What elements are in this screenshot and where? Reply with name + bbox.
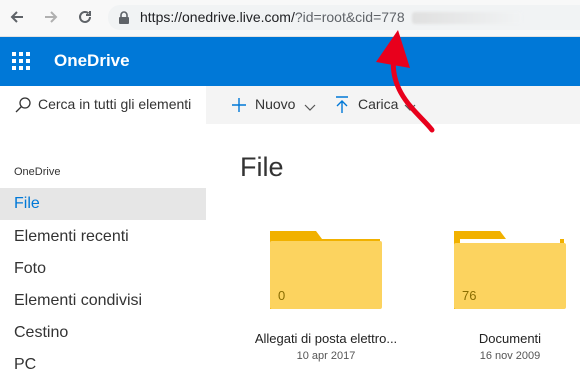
lock-icon (118, 11, 130, 30)
nav-item-label: Elementi recenti (14, 228, 129, 245)
folder-date: 16 nov 2009 (479, 350, 541, 362)
upload-icon (334, 95, 350, 120)
url-host: https://onedrive.live.com/ (140, 9, 295, 25)
app-title[interactable]: OneDrive (54, 51, 130, 71)
nav-item-photos[interactable]: Foto (0, 253, 206, 285)
app-launcher-icon[interactable] (12, 52, 30, 70)
nav-item-file[interactable]: File (0, 188, 206, 220)
annotation-arrow-icon (376, 30, 435, 133)
nav-section-label: OneDrive (14, 166, 61, 178)
nav-item-label: Elementi condivisi (14, 292, 143, 309)
search-icon (14, 96, 32, 119)
reload-icon (79, 10, 91, 23)
nav-item-label: Cestino (14, 324, 69, 341)
back-arrow-icon (10, 11, 23, 23)
folder-item-count: 0 (278, 288, 286, 303)
plus-icon (230, 96, 248, 119)
folder-icon (270, 231, 382, 309)
folder-tile-attachments[interactable] (268, 229, 384, 316)
nav-item-label: File (14, 195, 40, 212)
new-button[interactable]: Nuovo (255, 96, 295, 112)
reload-button[interactable] (74, 6, 96, 28)
nav-item-shared[interactable]: Elementi condivisi (0, 285, 206, 317)
chevron-down-icon[interactable] (304, 100, 316, 118)
nav-item-label: Foto (14, 260, 47, 277)
nav-item-pc[interactable]: PC (0, 349, 206, 381)
folder-name[interactable]: Documenti (420, 331, 580, 346)
nav-item-recent[interactable]: Elementi recenti (0, 221, 206, 253)
nav-item-label: PC (14, 356, 37, 373)
nav-item-recycle-bin[interactable]: Cestino (0, 317, 206, 349)
forward-button[interactable] (40, 6, 62, 28)
forward-arrow-icon (45, 11, 58, 23)
folder-name[interactable]: Allegati di posta elettro... (236, 331, 416, 346)
page-title: File (240, 152, 284, 182)
back-button[interactable] (6, 6, 28, 28)
folder-date: 10 apr 2017 (296, 350, 356, 362)
folder-item-count: 76 (462, 288, 477, 303)
search-input[interactable]: Cerca in tutti gli elementi (38, 96, 191, 112)
